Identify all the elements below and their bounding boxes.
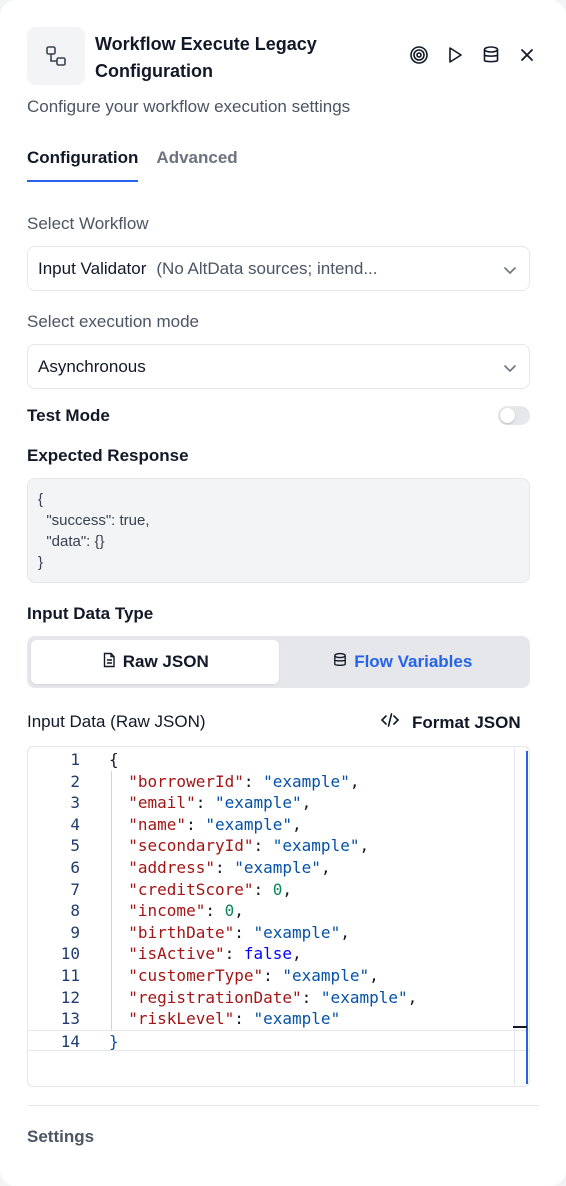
database-icon	[332, 652, 348, 673]
page-title: Workflow Execute Legacy Configuration	[95, 34, 317, 81]
workflow-select-name: Input Validator	[38, 258, 147, 278]
line-number: 4	[70, 814, 80, 834]
line-number: 1	[70, 750, 80, 769]
editor-cursor-marker	[513, 1026, 527, 1028]
test-mode-label: Test Mode	[27, 406, 110, 425]
play-icon[interactable]	[443, 43, 467, 67]
line-number: 9	[70, 922, 80, 942]
line-number: 6	[70, 857, 80, 877]
execution-mode-label: Select execution mode	[27, 312, 199, 331]
code-line: 2 "borrowerId": "example",	[28, 771, 529, 793]
chevron-down-icon	[503, 360, 517, 380]
code-line: 11 "customerType": "example",	[28, 965, 529, 987]
code-text: "borrowerId": "example",	[128, 771, 360, 791]
code-line: 3 "email": "example",	[28, 792, 529, 814]
input-data-type-label: Input Data Type	[27, 604, 154, 623]
code-line: 9 "birthDate": "example",	[28, 922, 529, 944]
code-text: "secondaryId": "example",	[128, 836, 370, 856]
workflow-config-panel: Workflow Execute Legacy Configuration Co…	[0, 0, 566, 1186]
editor-scrollbar[interactable]	[526, 751, 528, 1084]
code-text: "email": "example",	[128, 793, 312, 813]
code-line: 4 "name": "example",	[28, 814, 529, 836]
flow-variables-label: Flow Variables	[354, 652, 473, 671]
input-data-label: Input Data (Raw JSON)	[27, 712, 206, 731]
code-line: 7 "creditScore": 0,	[28, 879, 529, 901]
code-text: "customerType": "example",	[128, 965, 379, 985]
code-line: 14}	[28, 1029, 529, 1052]
code-line: 1{	[28, 749, 529, 771]
line-number: 11	[60, 965, 80, 985]
panel-header: Workflow Execute Legacy Configuration	[27, 27, 539, 87]
raw-json-option[interactable]: Raw JSON	[31, 640, 279, 684]
test-mode-toggle[interactable]	[498, 406, 530, 425]
line-number: 3	[70, 793, 80, 813]
database-icon[interactable]	[479, 43, 503, 67]
line-number: 12	[60, 987, 80, 1007]
line-number: 7	[70, 879, 80, 899]
header-actions	[407, 43, 539, 67]
format-json-button[interactable]: Format JSON	[380, 712, 521, 733]
workflow-select-desc: (No AltData sources; intend...	[156, 258, 378, 278]
code-text: "birthDate": "example",	[128, 922, 350, 942]
code-text: }	[109, 1031, 119, 1051]
execution-mode-value: Asynchronous	[38, 356, 146, 376]
code-text: "address": "example",	[128, 857, 331, 877]
code-text: {	[109, 750, 119, 769]
target-icon[interactable]	[407, 43, 431, 67]
line-number: 14	[60, 1031, 80, 1051]
divider	[27, 1105, 539, 1106]
code-text: "isActive": false,	[128, 944, 302, 964]
workflow-select[interactable]: Input Validator (No AltData sources; int…	[27, 246, 530, 291]
settings-section-toggle[interactable]: Settings	[27, 1127, 94, 1147]
line-number: 5	[70, 836, 80, 856]
code-line: 10 "isActive": false,	[28, 943, 529, 965]
execution-mode-select[interactable]: Asynchronous	[27, 344, 530, 389]
line-number: 8	[70, 901, 80, 921]
code-text: "name": "example",	[128, 814, 302, 834]
line-number: 2	[70, 771, 80, 791]
document-icon	[101, 652, 117, 673]
raw-json-label: Raw JSON	[122, 652, 209, 671]
line-number: 13	[60, 1009, 80, 1029]
code-line: 5 "secondaryId": "example",	[28, 835, 529, 857]
code-icon	[380, 712, 400, 733]
workflow-node-icon	[27, 27, 85, 85]
code-line: 8 "income": 0,	[28, 900, 529, 922]
code-line: 12 "registrationDate": "example",	[28, 987, 529, 1009]
page-subtitle: Configure your workflow execution settin…	[27, 97, 351, 116]
code-line: 6 "address": "example",	[28, 857, 529, 879]
code-text: "registrationDate": "example",	[128, 987, 418, 1007]
code-text: "creditScore": 0,	[128, 879, 293, 899]
workflow-label: Select Workflow	[27, 214, 149, 233]
editor-overview-ruler	[514, 747, 515, 1086]
code-lines: 1{2 "borrowerId": "example", 3 "email": "…	[28, 749, 529, 1052]
tab-bar: Configuration Advanced	[27, 148, 238, 182]
expected-response-label: Expected Response	[27, 446, 189, 465]
close-icon[interactable]	[515, 43, 539, 67]
toggle-knob	[500, 408, 515, 423]
flow-variables-option[interactable]: Flow Variables	[279, 640, 527, 684]
tab-configuration[interactable]: Configuration	[27, 148, 139, 182]
code-line: 13 "riskLevel": "example"	[28, 1008, 529, 1030]
line-number: 10	[60, 944, 80, 964]
chevron-down-icon	[503, 262, 517, 282]
code-text: "income": 0,	[128, 901, 244, 921]
code-text: "riskLevel": "example"	[128, 1009, 341, 1029]
format-json-label: Format JSON	[412, 712, 521, 732]
expected-response-box: { "success": true, "data": {} }	[27, 478, 530, 583]
tab-advanced[interactable]: Advanced	[156, 148, 237, 182]
json-code-editor[interactable]: 1{2 "borrowerId": "example", 3 "email": "…	[27, 746, 530, 1087]
input-type-segmented-control: Raw JSON Flow Variables	[27, 636, 530, 688]
